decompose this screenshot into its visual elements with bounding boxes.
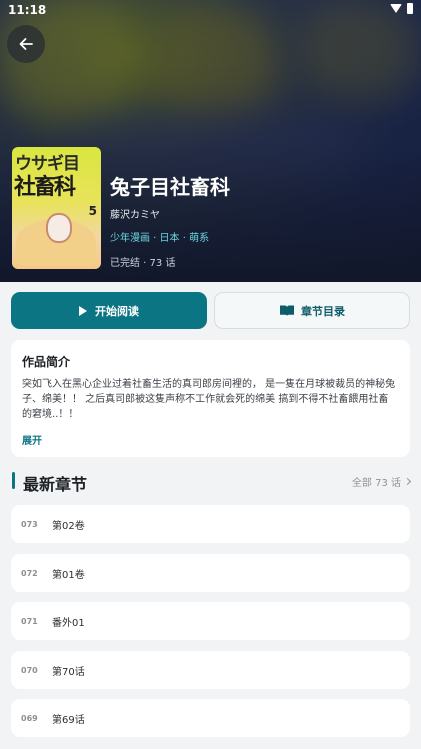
intro-card: 作品简介 突如飞入在黑心企业过着社畜生活的真司郎房间裡的， 是一隻在月球被裁员的… — [11, 340, 410, 457]
status-bar: 11:18 — [0, 0, 421, 20]
start-reading-button[interactable]: 开始阅读 — [11, 292, 207, 329]
back-button[interactable] — [7, 25, 45, 63]
arrow-left-icon — [19, 38, 33, 50]
intro-text: 突如飞入在黑心企业过着社畜生活的真司郎房间裡的， 是一隻在月球被裁员的神秘兔子、… — [22, 379, 396, 420]
chapter-name: 番外01 — [52, 617, 85, 629]
book-open-icon — [280, 305, 294, 316]
chapter-item[interactable]: 073 第02卷 — [11, 505, 410, 543]
book-author[interactable]: 藤沢カミヤ — [110, 206, 160, 221]
status-time: 11:18 — [8, 3, 47, 17]
chapter-number: 071 — [21, 616, 38, 626]
cover-title-line2: 社畜科 — [14, 175, 76, 200]
all-chapters-label: 全部 73 话 — [351, 478, 401, 489]
chapter-list-button[interactable]: 章节目录 — [214, 292, 410, 329]
section-accent-bar — [12, 472, 15, 489]
book-tags[interactable]: 少年漫画 · 日本 · 萌系 — [110, 229, 209, 244]
start-reading-label: 开始阅读 — [95, 304, 139, 318]
expand-link[interactable]: 展开 — [22, 432, 42, 447]
book-status: 已完结 · 73 话 — [110, 258, 176, 269]
chapter-name: 第69话 — [52, 714, 85, 726]
wifi-icon — [390, 4, 402, 13]
chapter-name: 第70话 — [52, 666, 85, 678]
all-chapters-link[interactable]: 全部 73 话 — [351, 474, 412, 489]
chapter-name: 第01卷 — [52, 569, 85, 581]
chevron-right-icon — [403, 477, 412, 486]
chapter-number: 072 — [21, 568, 38, 578]
chapter-item[interactable]: 069 第69话 — [11, 699, 410, 737]
book-title: 兔子目社畜科 — [110, 175, 230, 199]
chapter-item[interactable]: 070 第70话 — [11, 651, 410, 689]
intro-heading: 作品简介 — [22, 355, 71, 369]
chapter-item[interactable]: 072 第01卷 — [11, 554, 410, 592]
chapter-name: 第02卷 — [52, 520, 85, 532]
latest-chapters-heading: 最新章节 — [23, 475, 88, 494]
battery-icon — [407, 3, 413, 14]
chapter-number: 070 — [21, 665, 38, 675]
play-icon — [79, 305, 87, 316]
cover-volume: 5 — [88, 204, 97, 218]
book-cover: ウサギ目 社畜科 5 — [12, 147, 101, 269]
chapter-list-label: 章节目录 — [301, 304, 345, 318]
chapter-item[interactable]: 071 番外01 — [11, 602, 410, 640]
chapter-number: 073 — [21, 519, 38, 529]
chapter-number: 069 — [21, 713, 38, 723]
